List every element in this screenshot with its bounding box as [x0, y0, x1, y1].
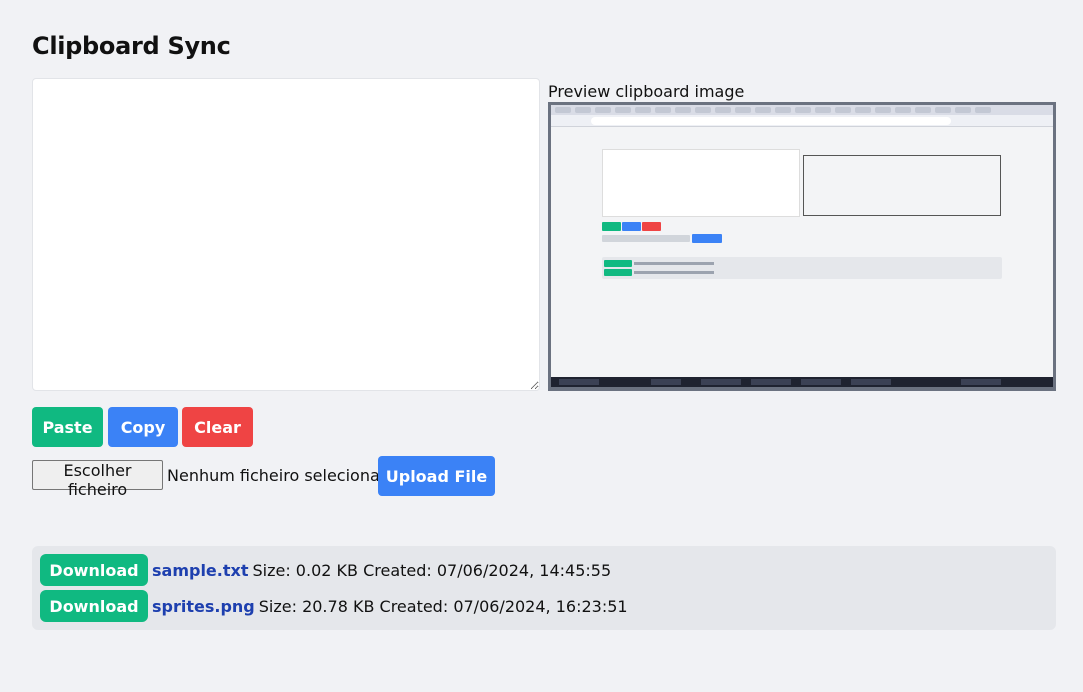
- file-row: Download sprites.png Size: 20.78 KB Crea…: [40, 590, 628, 622]
- clipboard-preview-image: [548, 102, 1056, 391]
- clipboard-textarea[interactable]: [32, 78, 540, 391]
- download-button[interactable]: Download: [40, 554, 148, 586]
- paste-button[interactable]: Paste: [32, 407, 103, 447]
- file-meta: Size: 20.78 KB Created: 07/06/2024, 16:2…: [258, 596, 628, 616]
- files-list: Download sample.txt Size: 0.02 KB Create…: [32, 546, 1056, 630]
- file-name-link[interactable]: sample.txt: [152, 561, 248, 580]
- copy-button[interactable]: Copy: [108, 407, 178, 447]
- file-row: Download sample.txt Size: 0.02 KB Create…: [40, 554, 611, 586]
- file-meta: Size: 0.02 KB Created: 07/06/2024, 14:45…: [252, 560, 612, 580]
- file-selection-status: Nenhum ficheiro selecionado: [167, 466, 400, 485]
- clipboard-sync-page: Clipboard Sync Preview clipboard image P…: [0, 0, 1083, 692]
- page-title: Clipboard Sync: [32, 32, 231, 60]
- preview-screenshot-thumbnail: [551, 105, 1053, 387]
- upload-file-button[interactable]: Upload File: [378, 456, 495, 496]
- choose-file-button[interactable]: Escolher ficheiro: [32, 460, 163, 499]
- file-name-link[interactable]: sprites.png: [152, 597, 255, 616]
- download-button[interactable]: Download: [40, 590, 148, 622]
- clear-button[interactable]: Clear: [182, 407, 253, 447]
- preview-label: Preview clipboard image: [548, 82, 745, 101]
